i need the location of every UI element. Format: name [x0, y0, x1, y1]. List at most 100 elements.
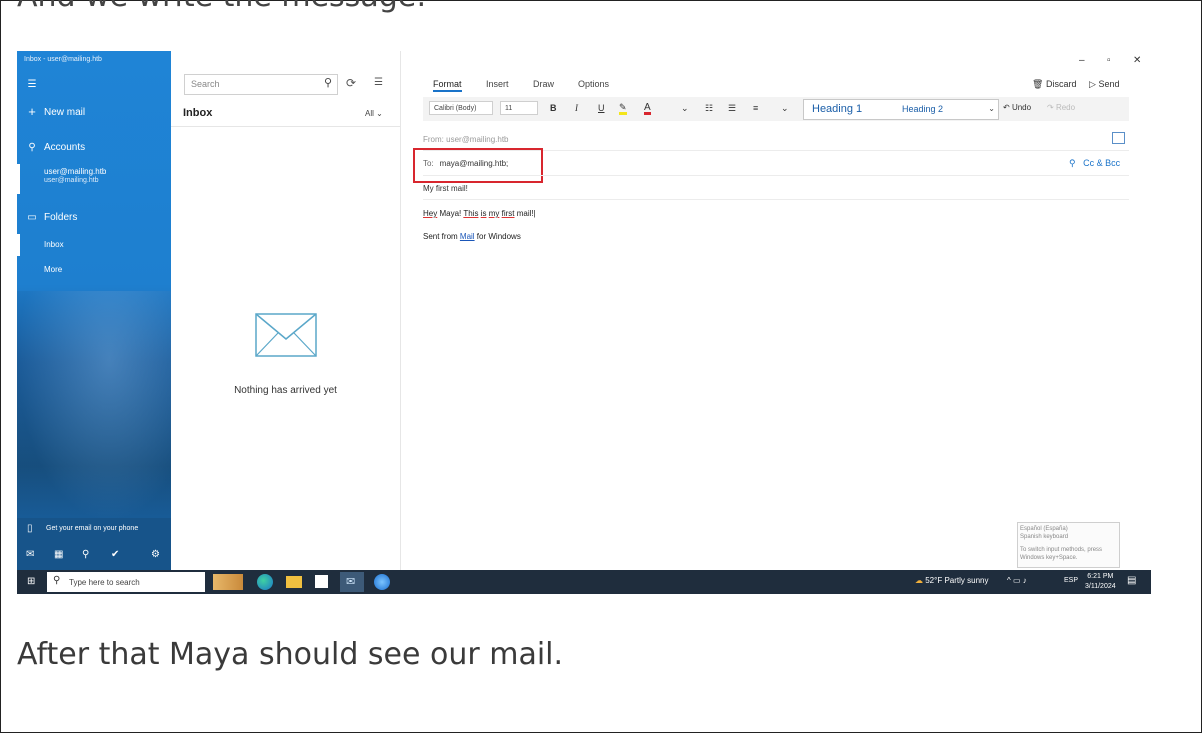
article-heading: And we write the message:	[17, 0, 426, 14]
store-icon[interactable]	[315, 575, 328, 588]
body-word: This	[463, 209, 479, 218]
undo-label: Undo	[1011, 103, 1032, 112]
notification-icon[interactable]: ▤	[1127, 575, 1136, 586]
edge-browser-icon[interactable]	[257, 574, 273, 590]
new-mail-label: New mail	[44, 107, 86, 118]
ime-line: Español (España)	[1020, 526, 1068, 532]
body-word: mail!	[514, 209, 534, 218]
person-icon: ⚲	[1069, 158, 1076, 168]
body-word: Maya!	[437, 209, 464, 218]
popout-icon[interactable]	[1112, 132, 1125, 144]
file-explorer-icon[interactable]	[286, 576, 302, 588]
restore-icon[interactable]: ▫	[1107, 55, 1111, 66]
folder-more-label: More	[44, 265, 63, 274]
tab-format[interactable]: Format	[433, 79, 462, 92]
calendar-icon[interactable]: ▦	[54, 549, 63, 560]
styles-gallery: Heading 1 Heading 2 ⌄	[803, 99, 999, 120]
compose-pane: – ▫ ✕ Format Insert Draw Options 🗑︎ Disc…	[401, 51, 1151, 570]
language-indicator[interactable]: ESP	[1064, 577, 1078, 584]
new-mail-button[interactable]: + New mail	[17, 104, 171, 121]
format-ribbon: Calibri (Body) 11 B I U ✎ A ⌄ ☷ ☰ ≡ ⌄ He…	[423, 97, 1129, 121]
volume-icon[interactable]: ♪	[1023, 576, 1027, 585]
send-button[interactable]: ▷ Send	[1089, 79, 1119, 90]
body-word: first	[501, 209, 515, 218]
cc-bcc-button[interactable]: ⚲ Cc & Bcc	[1069, 158, 1120, 169]
discard-button[interactable]: 🗑︎ Discard	[1032, 79, 1076, 90]
accounts-button[interactable]: ⚲ Accounts	[17, 142, 171, 156]
heading2-style[interactable]: Heading 2	[902, 104, 943, 114]
mountain-background	[17, 291, 171, 521]
chevron-down-icon[interactable]: ⌄	[988, 104, 995, 113]
mail-icon[interactable]: ✉	[26, 549, 34, 560]
account-item[interactable]: user@mailing.htb user@mailing.htb	[17, 167, 171, 195]
chevron-down-icon[interactable]: ⌄	[781, 103, 789, 114]
align-icon[interactable]: ≡	[753, 103, 758, 113]
divider	[423, 199, 1129, 200]
filter-dropdown[interactable]: All ⌄	[365, 109, 383, 118]
menu-button[interactable]: ☰	[17, 79, 171, 93]
redo-button[interactable]: ↷ Redo	[1047, 103, 1075, 112]
people-icon[interactable]: ⚲	[82, 549, 89, 560]
folder-inbox[interactable]: Inbox	[17, 240, 171, 252]
taskbar-search-placeholder: Type here to search	[69, 578, 140, 587]
mail-app-taskbar-icon[interactable]: ✉	[340, 572, 364, 592]
mail-link[interactable]: Mail	[460, 232, 475, 241]
nav-bottom-bar: ▯ Get your email on your phone ✉ ▦ ⚲ ✔ ⚙	[17, 518, 171, 570]
ime-line: To switch input methods, press	[1020, 547, 1103, 553]
windows-start-icon[interactable]: ⊞	[27, 576, 35, 587]
folder-title: Inbox	[183, 107, 213, 119]
from-field[interactable]: From: user@mailing.htb	[423, 135, 509, 144]
undo-button[interactable]: ↶ Undo	[1003, 103, 1031, 112]
highlight-icon[interactable]: ✎	[619, 103, 627, 115]
chevron-down-icon: ⌄	[376, 109, 383, 118]
chevron-up-icon[interactable]: ^	[1007, 576, 1011, 585]
tab-insert[interactable]: Insert	[486, 79, 509, 89]
taskbar-search-input[interactable]: ⚲ Type here to search	[47, 572, 205, 592]
redo-icon: ↷	[1047, 103, 1054, 112]
message-list-pane: Search ⚲ ⟳ ☰ Inbox All ⌄ Nothing has arr…	[171, 51, 401, 570]
discard-label: Discard	[1045, 79, 1077, 89]
article-frame: And we write the message: Inbox - user@m…	[0, 0, 1202, 733]
underline-button[interactable]: U	[598, 103, 605, 113]
heading1-style[interactable]: Heading 1	[812, 103, 862, 115]
clock[interactable]: 6:21 PM 3/11/2024	[1085, 572, 1116, 592]
send-label: Send	[1098, 79, 1120, 89]
filter-label: All	[365, 109, 374, 118]
subject-field[interactable]: My first mail!	[423, 184, 468, 193]
folder-inbox-label: Inbox	[44, 240, 64, 249]
search-icon[interactable]: ⚲	[324, 76, 332, 89]
person-icon: ⚲	[28, 142, 36, 153]
clock-time: 6:21 PM	[1087, 573, 1114, 580]
tab-options[interactable]: Options	[578, 79, 609, 89]
widgets-icon[interactable]	[213, 574, 243, 590]
todo-icon[interactable]: ✔	[111, 549, 119, 560]
clock-date: 3/11/2024	[1085, 583, 1116, 590]
phone-promo-link[interactable]: ▯ Get your email on your phone	[17, 518, 171, 542]
minimize-icon[interactable]: –	[1079, 55, 1085, 66]
network-icon[interactable]: ▭	[1013, 576, 1021, 585]
select-mode-icon[interactable]: ☰	[374, 77, 383, 88]
close-icon[interactable]: ✕	[1133, 55, 1141, 66]
message-body-line[interactable]: Hey Maya! This is my first mail!|	[423, 209, 536, 218]
numbering-icon[interactable]: ☰	[728, 103, 736, 114]
bold-button[interactable]: B	[550, 103, 557, 113]
italic-button[interactable]: I	[575, 103, 578, 113]
body-word: my	[488, 209, 500, 218]
tab-draw[interactable]: Draw	[533, 79, 554, 89]
font-color-button[interactable]: A	[644, 103, 651, 115]
account-name: user@mailing.htb	[44, 167, 107, 176]
ime-line: Spanish keyboard	[1020, 534, 1069, 540]
signature-prefix: Sent from	[423, 232, 460, 241]
chevron-down-icon[interactable]: ⌄	[681, 103, 689, 114]
app-icon[interactable]	[374, 574, 390, 590]
folders-button[interactable]: ▭ Folders	[17, 212, 171, 226]
app-switcher: ✉ ▦ ⚲ ✔ ⚙	[17, 544, 171, 568]
weather-widget[interactable]: ☁ 52°F Partly sunny	[915, 576, 988, 585]
font-family-select[interactable]: Calibri (Body)	[429, 101, 493, 115]
bullets-icon[interactable]: ☷	[705, 103, 713, 114]
font-size-select[interactable]: 11	[500, 101, 538, 115]
sync-icon[interactable]: ⟳	[346, 76, 356, 90]
folder-more[interactable]: More	[17, 265, 171, 277]
search-input[interactable]: Search ⚲	[184, 74, 338, 95]
gear-icon[interactable]: ⚙	[151, 549, 160, 560]
